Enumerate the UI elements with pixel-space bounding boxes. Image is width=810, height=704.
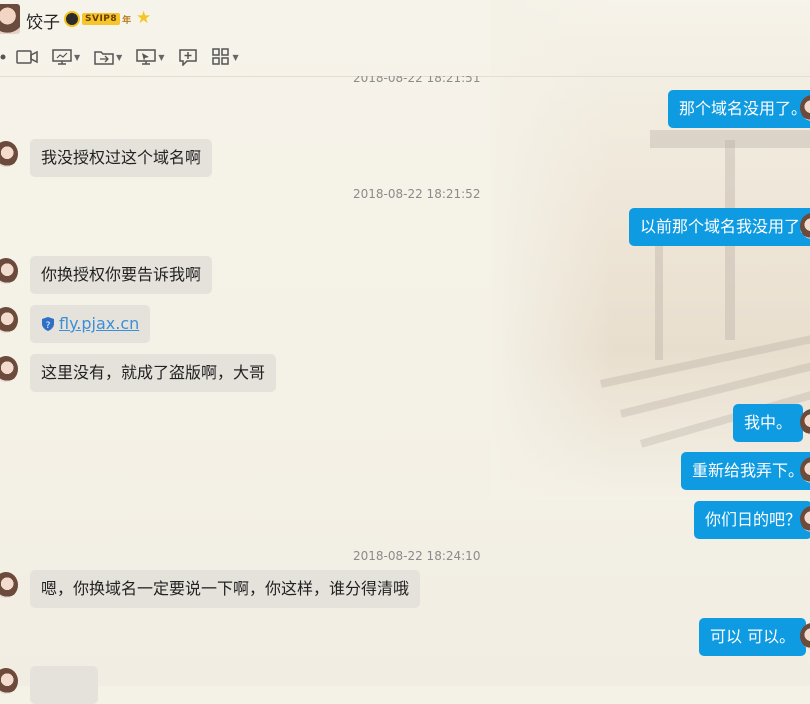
qq-penguin-icon — [64, 11, 80, 27]
message-link[interactable]: fly.pjax.cn — [59, 314, 139, 333]
received-message-bubble[interactable]: 你换授权你要告诉我啊 — [30, 256, 213, 294]
more-dot-icon[interactable] — [0, 54, 6, 60]
screen-share-button[interactable]: ▼ — [52, 49, 80, 65]
new-chat-button[interactable] — [178, 48, 198, 66]
folder-arrow-icon — [94, 51, 114, 65]
chevron-down-icon[interactable]: ▼ — [158, 53, 164, 62]
sent-message-bubble[interactable]: 那个域名没用了。 — [668, 90, 810, 128]
chat-header: 饺子 SVIP8 年 ★ ▼ ▼ ▼ ▼ — [0, 0, 810, 77]
sent-message-bubble[interactable]: 我中。 — [733, 404, 810, 442]
send-file-button[interactable]: ▼ — [94, 49, 122, 65]
chevron-down-icon[interactable]: ▼ — [74, 53, 80, 62]
star-icon[interactable]: ★ — [136, 8, 151, 28]
contact-name[interactable]: 饺子 — [26, 8, 60, 33]
sent-message-bubble[interactable]: 重新给我弄下。 — [681, 452, 810, 490]
video-camera-icon — [16, 50, 38, 64]
svip-badge[interactable]: SVIP8 年 — [64, 10, 131, 28]
received-message-bubble-partial[interactable] — [30, 666, 98, 704]
chevron-down-icon[interactable]: ▼ — [116, 53, 122, 62]
message-timestamp: 2018-08-22 18:24:10 — [353, 549, 481, 563]
apps-button[interactable]: ▼ — [212, 48, 239, 66]
svip-level: SVIP8 — [82, 13, 121, 25]
remote-desktop-icon — [136, 49, 157, 65]
sent-message-bubble[interactable]: 可以 可以。 — [699, 618, 810, 656]
contact-avatar-small[interactable] — [0, 668, 18, 694]
message-timestamp: 2018-08-22 18:21:52 — [353, 187, 481, 201]
chat-plus-icon — [179, 49, 198, 66]
grid-icon — [212, 48, 230, 65]
chat-toolbar: ▼ ▼ ▼ ▼ — [0, 44, 253, 70]
video-call-button[interactable] — [16, 49, 38, 65]
svip-year: 年 — [122, 15, 132, 26]
received-message-bubble[interactable]: 我没授权过这个域名啊 — [30, 139, 213, 177]
remote-control-button[interactable]: ▼ — [136, 49, 164, 65]
sent-message-bubble[interactable]: 你们日的吧？ — [694, 501, 810, 539]
monitor-icon — [52, 49, 72, 65]
svg-text:?: ? — [46, 321, 51, 331]
sent-message-bubble[interactable]: 以前那个域名我没用了。 — [629, 208, 810, 246]
contact-avatar[interactable] — [0, 4, 20, 34]
received-message-bubble[interactable]: 这里没有，就成了盗版啊，大哥 — [30, 354, 277, 392]
chevron-down-icon[interactable]: ▼ — [232, 53, 238, 62]
received-link-bubble[interactable]: ? fly.pjax.cn — [30, 305, 151, 343]
received-message-bubble[interactable]: 嗯，你换域名一定要说一下啊，你这样，谁分得清哦 — [30, 570, 421, 608]
shield-question-icon: ? — [42, 317, 54, 331]
